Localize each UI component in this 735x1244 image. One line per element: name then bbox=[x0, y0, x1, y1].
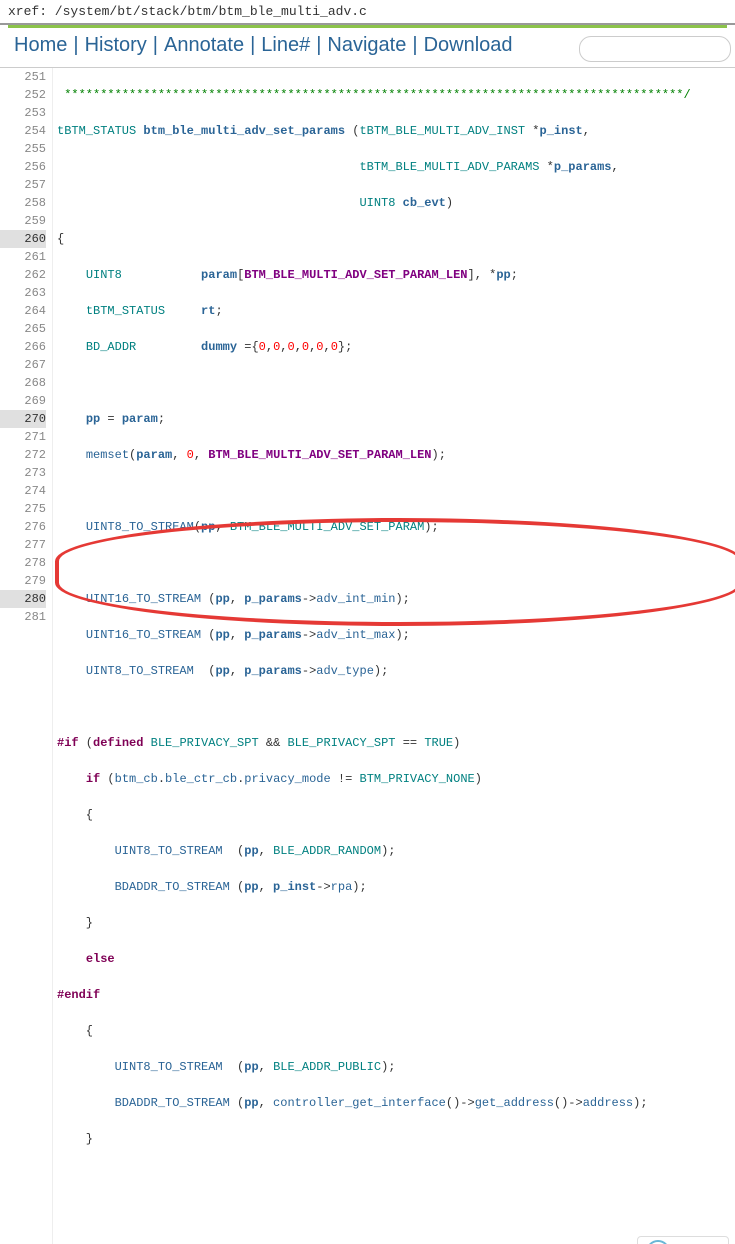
nav-line[interactable]: Line# bbox=[261, 34, 310, 57]
code-view: 2512522532542552562572582592602612622632… bbox=[0, 67, 735, 1244]
logo-icon bbox=[646, 1240, 670, 1244]
xref-path: xref: /system/bt/stack/btm/btm_ble_multi… bbox=[0, 0, 735, 25]
line-number[interactable]: 251 bbox=[0, 68, 46, 86]
line-number[interactable]: 277 bbox=[0, 536, 46, 554]
line-number[interactable]: 268 bbox=[0, 374, 46, 392]
nav-navigate[interactable]: Navigate bbox=[327, 34, 406, 57]
nav-download[interactable]: Download bbox=[424, 34, 513, 57]
line-number[interactable]: 278 bbox=[0, 554, 46, 572]
line-number[interactable]: 254 bbox=[0, 122, 46, 140]
line-gutter: 2512522532542552562572582592602612622632… bbox=[0, 68, 53, 1244]
nav-sep: | bbox=[412, 34, 417, 57]
line-number[interactable]: 273 bbox=[0, 464, 46, 482]
line-number[interactable]: 253 bbox=[0, 104, 46, 122]
nav-bar: Home | History | Annotate | Line# | Navi… bbox=[0, 28, 735, 67]
nav-history[interactable]: History bbox=[85, 34, 147, 57]
line-number[interactable]: 269 bbox=[0, 392, 46, 410]
line-number[interactable]: 274 bbox=[0, 482, 46, 500]
line-number[interactable]: 275 bbox=[0, 500, 46, 518]
watermark-logo: 创新互联 bbox=[637, 1236, 729, 1244]
line-number[interactable]: 262 bbox=[0, 266, 46, 284]
nav-home[interactable]: Home bbox=[14, 34, 67, 57]
line-number[interactable]: 256 bbox=[0, 158, 46, 176]
line-number[interactable]: 263 bbox=[0, 284, 46, 302]
line-number[interactable]: 276 bbox=[0, 518, 46, 536]
line-number[interactable]: 265 bbox=[0, 320, 46, 338]
line-number[interactable]: 272 bbox=[0, 446, 46, 464]
line-number[interactable]: 261 bbox=[0, 248, 46, 266]
nav-sep: | bbox=[250, 34, 255, 57]
line-number[interactable]: 281 bbox=[0, 608, 46, 626]
nav-annotate[interactable]: Annotate bbox=[164, 34, 244, 57]
line-number[interactable]: 252 bbox=[0, 86, 46, 104]
line-number[interactable]: 258 bbox=[0, 194, 46, 212]
code-body: ****************************************… bbox=[53, 68, 735, 1244]
line-number[interactable]: 271 bbox=[0, 428, 46, 446]
line-number[interactable]: 259 bbox=[0, 212, 46, 230]
line-number[interactable]: 267 bbox=[0, 356, 46, 374]
nav-sep: | bbox=[153, 34, 158, 57]
line-number[interactable]: 264 bbox=[0, 302, 46, 320]
search-input[interactable] bbox=[579, 36, 731, 62]
line-number[interactable]: 266 bbox=[0, 338, 46, 356]
nav-sep: | bbox=[73, 34, 78, 57]
line-number[interactable]: 280 bbox=[0, 590, 46, 608]
line-number[interactable]: 257 bbox=[0, 176, 46, 194]
line-number[interactable]: 279 bbox=[0, 572, 46, 590]
line-number[interactable]: 255 bbox=[0, 140, 46, 158]
line-number[interactable]: 270 bbox=[0, 410, 46, 428]
line-number[interactable]: 260 bbox=[0, 230, 46, 248]
nav-sep: | bbox=[316, 34, 321, 57]
